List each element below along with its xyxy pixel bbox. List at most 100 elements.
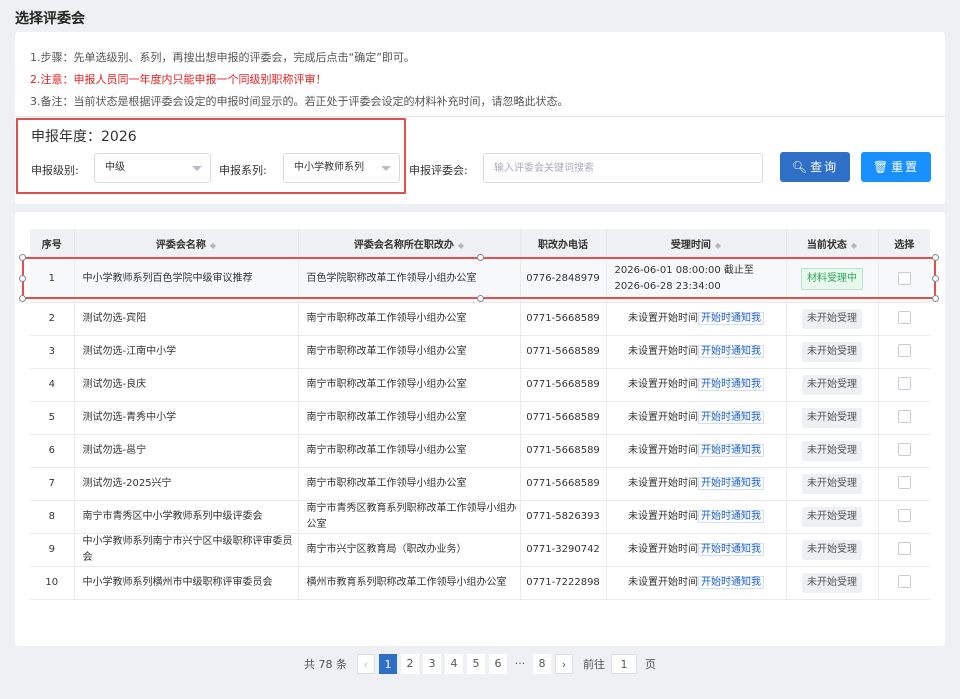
select-checkbox[interactable] [897, 509, 911, 522]
table-row[interactable]: 9 中小学教师系列南宁市兴宁区中级职称评审委员会 南宁市兴宁区教育局（职改办业务） 0… [30, 533, 930, 567]
notify-link[interactable]: 开始时通知我 [698, 575, 764, 589]
select-checkbox[interactable] [897, 311, 911, 324]
cell-time: 未设置开始时间 开始时通知我 [606, 533, 787, 567]
table-row[interactable]: 6 测试勿选-邕宁 南宁市职称改革工作领导小组办公室 0771-5668589 未设置开… [30, 434, 930, 468]
status-badge: 未开始受理 [802, 407, 862, 428]
cell-select [878, 566, 930, 600]
table-row[interactable]: 7 测试勿选-2025兴宁 南宁市职称改革工作领导小组办公室 0771-5668589… [30, 467, 930, 501]
note-step: 1.步骤：先单选级别、系列，再搜出想申报的评委会，完成后点击“确定”即可。 [30, 51, 415, 64]
cell-select [878, 257, 930, 303]
page-button[interactable]: 1 [379, 654, 397, 674]
cell-select [878, 302, 930, 336]
col-office[interactable]: 评委会名称所在职改办 ◆ [298, 229, 521, 257]
committee-search-input[interactable] [483, 153, 763, 183]
cell-office: 南宁市职称改革工作领导小组办公室 [298, 434, 521, 468]
time-text: 未设置开始时间 [628, 576, 698, 588]
cell-time: 未设置开始时间 开始时通知我 [606, 566, 787, 600]
pagination: 共 78 条 ‹ 1 2 3 4 5 6 ··· 8 › 前往 1 页 [304, 652, 656, 676]
notify-link[interactable]: 开始时通知我 [698, 542, 764, 556]
cell-office: 南宁市职称改革工作领导小组办公室 [298, 368, 521, 402]
cell-index: 6 [30, 434, 75, 468]
select-checkbox[interactable] [897, 410, 911, 423]
cell-time: 未设置开始时间 开始时通知我 [606, 434, 787, 468]
cell-status: 材料受理中 [786, 257, 879, 303]
search-icon: 🔍︎ [791, 160, 808, 174]
notify-link[interactable]: 开始时通知我 [698, 476, 764, 490]
col-name[interactable]: 评委会名称 ◆ [74, 229, 299, 257]
cell-phone: 0771-5668589 [520, 434, 607, 468]
page-ellipsis[interactable]: ··· [511, 654, 529, 674]
cell-name: 测试勿选-江南中小学 [74, 335, 299, 369]
cell-phone: 0771-5668589 [520, 467, 607, 501]
status-badge: 未开始受理 [802, 473, 862, 494]
notify-link[interactable]: 开始时通知我 [698, 509, 764, 523]
cell-office: 南宁市职称改革工作领导小组办公室 [298, 335, 521, 369]
next-page-button[interactable]: › [555, 654, 573, 674]
page-suffix: 页 [645, 658, 656, 671]
col-time[interactable]: 受理时间 ◆ [606, 229, 787, 257]
table-row[interactable]: 1 中小学教师系列百色学院中级审议推荐 百色学院职称改革工作领导小组办公室 0776-… [30, 257, 930, 303]
select-checkbox[interactable] [897, 542, 911, 555]
time-text: 未设置开始时间 [628, 411, 698, 423]
goto-page-input[interactable]: 1 [611, 654, 637, 674]
status-badge: 未开始受理 [802, 572, 862, 593]
cell-phone: 0771-7222898 [520, 566, 607, 600]
cell-index: 8 [30, 500, 75, 534]
page-button[interactable]: 8 [533, 654, 551, 674]
sort-icon: ◆ [457, 240, 465, 250]
notify-link[interactable]: 开始时通知我 [698, 344, 764, 358]
select-checkbox[interactable] [897, 476, 911, 489]
cell-name: 南宁市青秀区中小学教师系列中级评委会 [74, 500, 299, 534]
cell-name: 中小学教师系列百色学院中级审议推荐 [74, 257, 299, 303]
query-button[interactable]: 🔍︎ 查询 [780, 152, 850, 182]
table-row[interactable]: 10 中小学教师系列横州市中级职称评审委员会 横州市教育系列职称改革工作领导小组办公… [30, 566, 930, 600]
cell-time: 未设置开始时间 开始时通知我 [606, 335, 787, 369]
select-checkbox[interactable] [897, 377, 911, 390]
cell-time: 未设置开始时间 开始时通知我 [606, 401, 787, 435]
table-row[interactable]: 2 测试勿选-宾阳 南宁市职称改革工作领导小组办公室 0771-5668589 未设置开… [30, 302, 930, 336]
status-badge: 未开始受理 [802, 506, 862, 527]
cell-time: 2026-06-01 08:00:00 截止至 2026-06-28 23:34… [606, 257, 787, 303]
notify-link[interactable]: 开始时通知我 [698, 377, 764, 391]
cell-phone: 0771-5668589 [520, 368, 607, 402]
cell-select [878, 335, 930, 369]
select-checkbox[interactable] [897, 575, 911, 588]
reset-button[interactable]: 🗑︎ 重置 [861, 152, 931, 182]
cell-office: 横州市教育系列职称改革工作领导小组办公室 [298, 566, 521, 600]
cell-phone: 0771-5668589 [520, 401, 607, 435]
cell-status: 未开始受理 [786, 434, 879, 468]
cell-office: 南宁市职称改革工作领导小组办公室 [298, 401, 521, 435]
cell-index: 4 [30, 368, 75, 402]
cell-name: 测试勿选-2025兴宁 [74, 467, 299, 501]
cell-phone: 0771-5668589 [520, 335, 607, 369]
page-button[interactable]: 5 [467, 654, 485, 674]
status-badge: 材料受理中 [801, 268, 863, 291]
cell-office: 百色学院职称改革工作领导小组办公室 [298, 257, 521, 303]
cell-status: 未开始受理 [786, 500, 879, 534]
notify-link[interactable]: 开始时通知我 [698, 311, 764, 325]
notify-link[interactable]: 开始时通知我 [698, 443, 764, 457]
page-button[interactable]: 6 [489, 654, 507, 674]
status-badge: 未开始受理 [802, 440, 862, 461]
cell-select [878, 401, 930, 435]
committee-table: 序号 评委会名称 ◆ 评委会名称所在职改办 ◆ 职改办电话 受理时间 ◆ 当前状态 ◆ … [30, 229, 930, 600]
sort-icon: ◆ [714, 240, 722, 250]
page-button[interactable]: 3 [423, 654, 441, 674]
table-row[interactable]: 3 测试勿选-江南中小学 南宁市职称改革工作领导小组办公室 0771-5668589 未… [30, 335, 930, 369]
notify-link[interactable]: 开始时通知我 [698, 410, 764, 424]
time-text: 未设置开始时间 [628, 378, 698, 390]
select-checkbox[interactable] [897, 271, 911, 285]
col-status[interactable]: 当前状态 ◆ [786, 229, 879, 257]
page-button[interactable]: 2 [401, 654, 419, 674]
prev-page-button[interactable]: ‹ [357, 654, 375, 674]
table-row[interactable]: 8 南宁市青秀区中小学教师系列中级评委会 南宁市青秀区教育系列职称改革工作领导小组办… [30, 500, 930, 534]
cell-status: 未开始受理 [786, 368, 879, 402]
cell-name: 中小学教师系列横州市中级职称评审委员会 [74, 566, 299, 600]
page-button[interactable]: 4 [445, 654, 463, 674]
cell-office: 南宁市兴宁区教育局（职改办业务） [298, 533, 521, 567]
table-row[interactable]: 5 测试勿选-青秀中小学 南宁市职称改革工作领导小组办公室 0771-5668589 未… [30, 401, 930, 435]
select-checkbox[interactable] [897, 344, 911, 357]
select-checkbox[interactable] [897, 443, 911, 456]
cell-index: 2 [30, 302, 75, 336]
table-row[interactable]: 4 测试勿选-良庆 南宁市职称改革工作领导小组办公室 0771-5668589 未设置开… [30, 368, 930, 402]
